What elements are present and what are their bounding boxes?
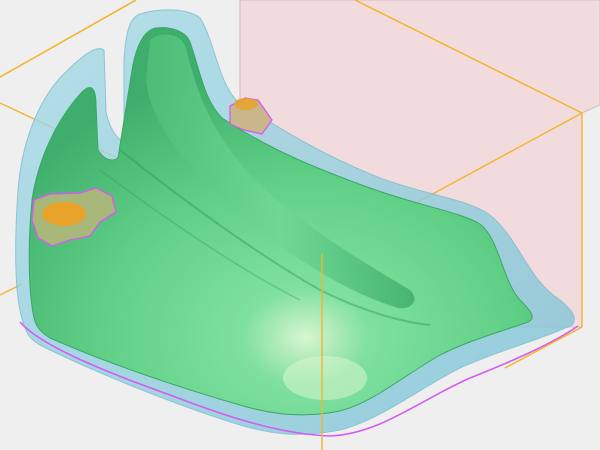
3d-viewport[interactable] bbox=[0, 0, 600, 450]
scene-canvas[interactable] bbox=[0, 0, 600, 450]
